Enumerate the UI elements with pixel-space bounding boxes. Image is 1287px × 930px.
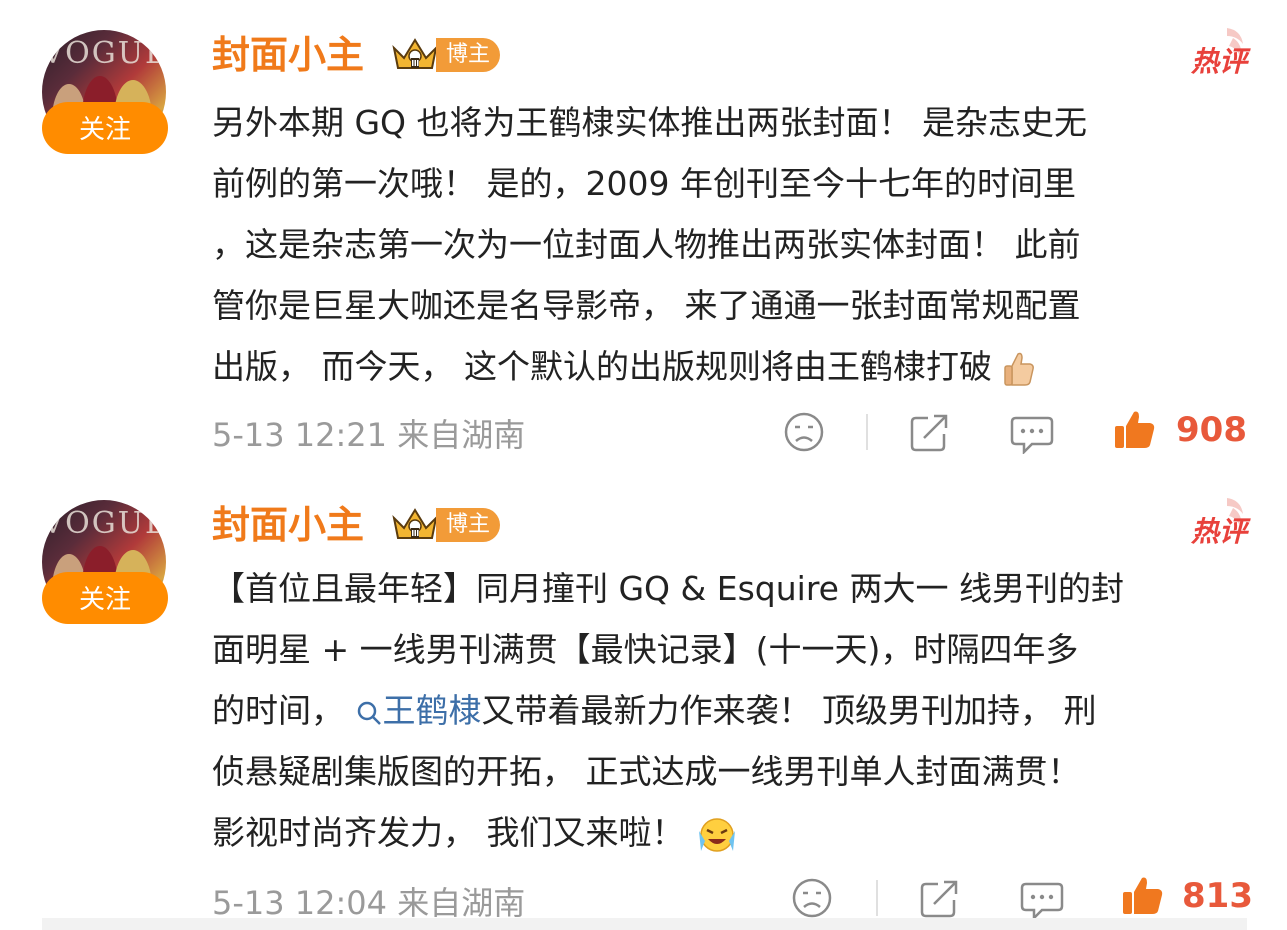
divider	[876, 880, 878, 916]
hot-comment-label: 热评	[1190, 515, 1247, 548]
blogger-badge: 博主	[436, 38, 501, 72]
timestamp-location: 5-13 12:21 来自湖南	[212, 416, 526, 454]
avatar-magazine-logo: VOGUE	[42, 506, 166, 541]
comment-line: 面明星 + 一线男刊满贯【最快记录】(十一天)，时隔四年多	[212, 630, 1079, 669]
search-icon	[357, 701, 381, 725]
avatar-magazine-logo: VOGUE	[42, 36, 166, 71]
like-count: 813	[1182, 876, 1253, 916]
comment-text: 另外本期 GQ 也将为王鹤棣实体推出两张封面！ 是杂志史无 前例的第一次哦！ 是…	[212, 92, 1252, 397]
comment-line-with-emoji: 出版， 而今天， 这个默认的出版规则将由王鹤棣打破	[212, 336, 1252, 397]
comment-line: 前例的第一次哦！ 是的，2009 年创刊至今十七年的时间里	[212, 164, 1076, 203]
like-count: 908	[1176, 410, 1247, 450]
follow-button[interactable]: 关注	[42, 572, 168, 624]
comment-line: 侦悬疑剧集版图的开拓， 正式达成一线男刊单人封面满贯！	[212, 752, 1081, 791]
comment-text: 【首位且最年轻】同月撞刊 GQ & Esquire 两大一 线男刊的封 面明星 …	[212, 558, 1252, 863]
comment-icon[interactable]	[1020, 876, 1064, 920]
blogger-badge: 博主	[436, 508, 501, 542]
sad-face-icon[interactable]	[790, 876, 834, 920]
share-icon[interactable]	[908, 410, 952, 454]
comment-line-with-emoji: 影视时尚齐发力， 我们又来啦！	[212, 802, 1252, 863]
username[interactable]: 封面小主	[212, 32, 364, 78]
comment-line: 【首位且最年轻】同月撞刊 GQ & Esquire 两大一 线男刊的封	[212, 569, 1124, 608]
follow-button[interactable]: 关注	[42, 102, 168, 154]
topic-link[interactable]: 王鹤棣	[355, 691, 482, 730]
comment-card: VOGUE 关注 封面小主 博主 热评 另外本期 GQ 也将为王鹤棣实体推出两张…	[0, 0, 1287, 470]
comment-line: 另外本期 GQ 也将为王鹤棣实体推出两张封面！ 是杂志史无	[212, 103, 1088, 142]
comment-line: 的时间，	[212, 691, 344, 730]
hot-comment-label: 热评	[1190, 45, 1247, 78]
crown-icon	[392, 38, 438, 69]
crown-icon	[392, 508, 438, 539]
comment-line: 出版， 而今天， 这个默认的出版规则将由王鹤棣打破	[212, 347, 992, 386]
comment-line: 管你是巨星大咖还是名导影帝， 来了通通一张封面常规配置	[212, 286, 1081, 325]
topic-text[interactable]: 王鹤棣	[383, 691, 482, 730]
comment-card: VOGUE 关注 封面小主 博主 热评 【首位且最年轻】同月撞刊 GQ & Es…	[0, 470, 1287, 930]
crying-laugh-emoji	[699, 817, 735, 852]
thumbs-up-icon[interactable]	[1120, 874, 1164, 918]
username[interactable]: 封面小主	[212, 502, 364, 548]
divider	[866, 414, 868, 450]
sad-face-icon[interactable]	[782, 410, 826, 454]
comment-line: 又带着最新力作来袭！ 顶级男刊加持， 刑	[481, 691, 1097, 730]
share-icon[interactable]	[918, 876, 962, 920]
thumbs-up-emoji	[1004, 352, 1035, 386]
comment-line-with-topic: 的时间， 王鹤棣又带着最新力作来袭！ 顶级男刊加持， 刑	[212, 680, 1252, 741]
bottom-divider	[42, 918, 1247, 930]
comment-line: 影视时尚齐发力， 我们又来啦！	[212, 813, 685, 852]
thumbs-up-icon[interactable]	[1112, 408, 1156, 452]
comment-line: ，这是杂志第一次为一位封面人物推出两张实体封面！ 此前	[212, 225, 1081, 264]
comment-icon[interactable]	[1010, 410, 1054, 454]
